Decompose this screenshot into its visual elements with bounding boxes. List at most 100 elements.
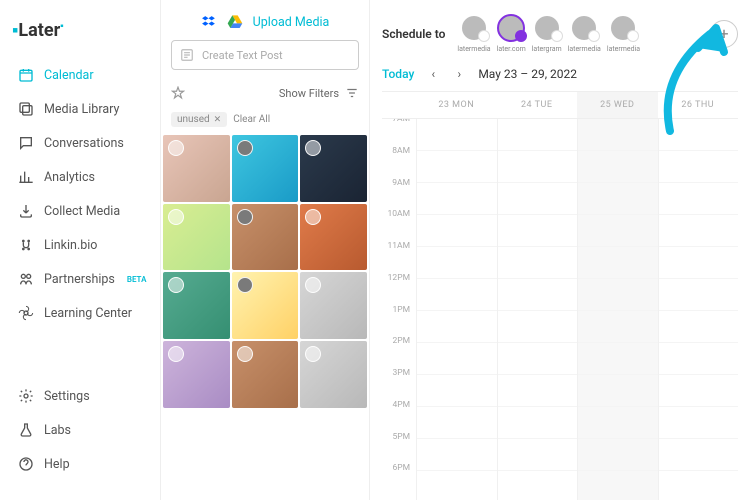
calendar-cell[interactable] (578, 311, 658, 343)
calendar-cell[interactable] (498, 311, 578, 343)
day-column[interactable] (577, 119, 658, 500)
account-selector[interactable]: latermedia (607, 14, 640, 53)
next-week-button[interactable]: › (452, 67, 466, 81)
media-thumbnail[interactable] (163, 341, 230, 408)
media-thumbnail[interactable] (300, 272, 367, 339)
media-thumbnail[interactable] (163, 272, 230, 339)
sidebar-item-learning-center[interactable]: Learning Center (12, 297, 148, 329)
day-header[interactable]: 26 THU (658, 92, 739, 118)
calendar-cell[interactable] (659, 439, 739, 471)
calendar-cell[interactable] (659, 375, 739, 407)
calendar-cell[interactable] (417, 439, 497, 471)
media-thumbnail[interactable] (300, 204, 367, 271)
close-icon[interactable]: ✕ (214, 115, 222, 125)
calendar-cell[interactable] (578, 119, 658, 151)
calendar-cell[interactable] (498, 247, 578, 279)
calendar-cell[interactable] (578, 183, 658, 215)
calendar-cell[interactable] (498, 439, 578, 471)
day-column[interactable] (497, 119, 578, 500)
sidebar-item-media-library[interactable]: Media Library (12, 93, 148, 125)
day-column[interactable] (416, 119, 497, 500)
calendar-cell[interactable] (659, 279, 739, 311)
calendar-cell[interactable] (659, 407, 739, 439)
calendar-cell[interactable] (578, 215, 658, 247)
calendar-cell[interactable] (578, 439, 658, 471)
create-text-post-input[interactable]: Create Text Post (171, 40, 359, 70)
calendar-cell[interactable] (417, 151, 497, 183)
calendar-cell[interactable] (498, 471, 578, 500)
account-selector[interactable]: latergram (532, 14, 562, 53)
upload-media-button[interactable]: Upload Media (253, 15, 330, 30)
media-thumbnail[interactable] (232, 341, 299, 408)
calendar-cell[interactable] (659, 471, 739, 500)
google-drive-icon[interactable] (227, 14, 243, 30)
calendar-cell[interactable] (578, 471, 658, 500)
day-header[interactable]: 24 TUE (497, 92, 578, 118)
show-filters-button[interactable]: Show Filters (279, 86, 359, 100)
sidebar-item-conversations[interactable]: Conversations (12, 127, 148, 159)
media-thumbnail[interactable] (163, 135, 230, 202)
calendar-cell[interactable] (417, 215, 497, 247)
calendar-cell[interactable] (659, 247, 739, 279)
calendar-cell[interactable] (498, 215, 578, 247)
calendar-cell[interactable] (498, 343, 578, 375)
calendar-cell[interactable] (659, 119, 739, 151)
calendar-cell[interactable] (498, 183, 578, 215)
sidebar-item-labs[interactable]: Labs (12, 414, 148, 446)
calendar-cell[interactable] (417, 471, 497, 500)
avatar (609, 14, 637, 42)
media-thumbnail[interactable] (232, 204, 299, 271)
calendar-cell[interactable] (578, 375, 658, 407)
calendar-cell[interactable] (659, 343, 739, 375)
star-icon[interactable] (171, 86, 185, 100)
day-header[interactable]: 25 WED (577, 92, 658, 118)
account-selector[interactable]: latermedia (568, 14, 601, 53)
sidebar-item-analytics[interactable]: Analytics (12, 161, 148, 193)
calendar-cell[interactable] (498, 151, 578, 183)
calendar-cell[interactable] (417, 247, 497, 279)
calendar-cell[interactable] (417, 279, 497, 311)
sidebar-item-collect-media[interactable]: Collect Media (12, 195, 148, 227)
calendar-cell[interactable] (417, 183, 497, 215)
sidebar-item-linkin-bio[interactable]: Linkin.bio (12, 229, 148, 261)
filter-tag-unused[interactable]: unused✕ (171, 112, 227, 127)
calendar-cell[interactable] (498, 407, 578, 439)
prev-week-button[interactable]: ‹ (426, 67, 440, 81)
platform-badge-icon (588, 30, 600, 42)
calendar-cell[interactable] (498, 279, 578, 311)
calendar-cell[interactable] (578, 151, 658, 183)
sidebar-item-settings[interactable]: Settings (12, 380, 148, 412)
today-button[interactable]: Today (382, 67, 414, 81)
calendar-cell[interactable] (417, 119, 497, 151)
clear-all-button[interactable]: Clear All (233, 114, 270, 125)
calendar-cell[interactable] (417, 343, 497, 375)
sidebar-item-partnerships[interactable]: PartnershipsBETA (12, 263, 148, 295)
calendar-cell[interactable] (659, 183, 739, 215)
sidebar-item-label: Media Library (44, 102, 119, 117)
calendar-cell[interactable] (659, 311, 739, 343)
calendar-cell[interactable] (659, 151, 739, 183)
add-account-button[interactable]: + (710, 20, 738, 48)
calendar-cell[interactable] (417, 375, 497, 407)
calendar-cell[interactable] (578, 407, 658, 439)
calendar-cell[interactable] (578, 279, 658, 311)
calendar-cell[interactable] (659, 215, 739, 247)
calendar-cell[interactable] (498, 119, 578, 151)
account-selector[interactable]: latermedia (457, 14, 490, 53)
media-thumbnail[interactable] (300, 341, 367, 408)
sidebar-item-calendar[interactable]: Calendar (12, 59, 148, 91)
media-thumbnail[interactable] (300, 135, 367, 202)
day-header[interactable]: 23 MON (416, 92, 497, 118)
media-thumbnail[interactable] (163, 204, 230, 271)
calendar-cell[interactable] (578, 343, 658, 375)
media-thumbnail[interactable] (232, 272, 299, 339)
calendar-cell[interactable] (417, 311, 497, 343)
dropbox-icon[interactable] (201, 14, 217, 30)
account-selector[interactable]: later.com (497, 14, 526, 53)
calendar-cell[interactable] (578, 247, 658, 279)
media-thumbnail[interactable] (232, 135, 299, 202)
calendar-cell[interactable] (498, 375, 578, 407)
day-column[interactable] (658, 119, 739, 500)
calendar-cell[interactable] (417, 407, 497, 439)
sidebar-item-help[interactable]: Help (12, 448, 148, 480)
